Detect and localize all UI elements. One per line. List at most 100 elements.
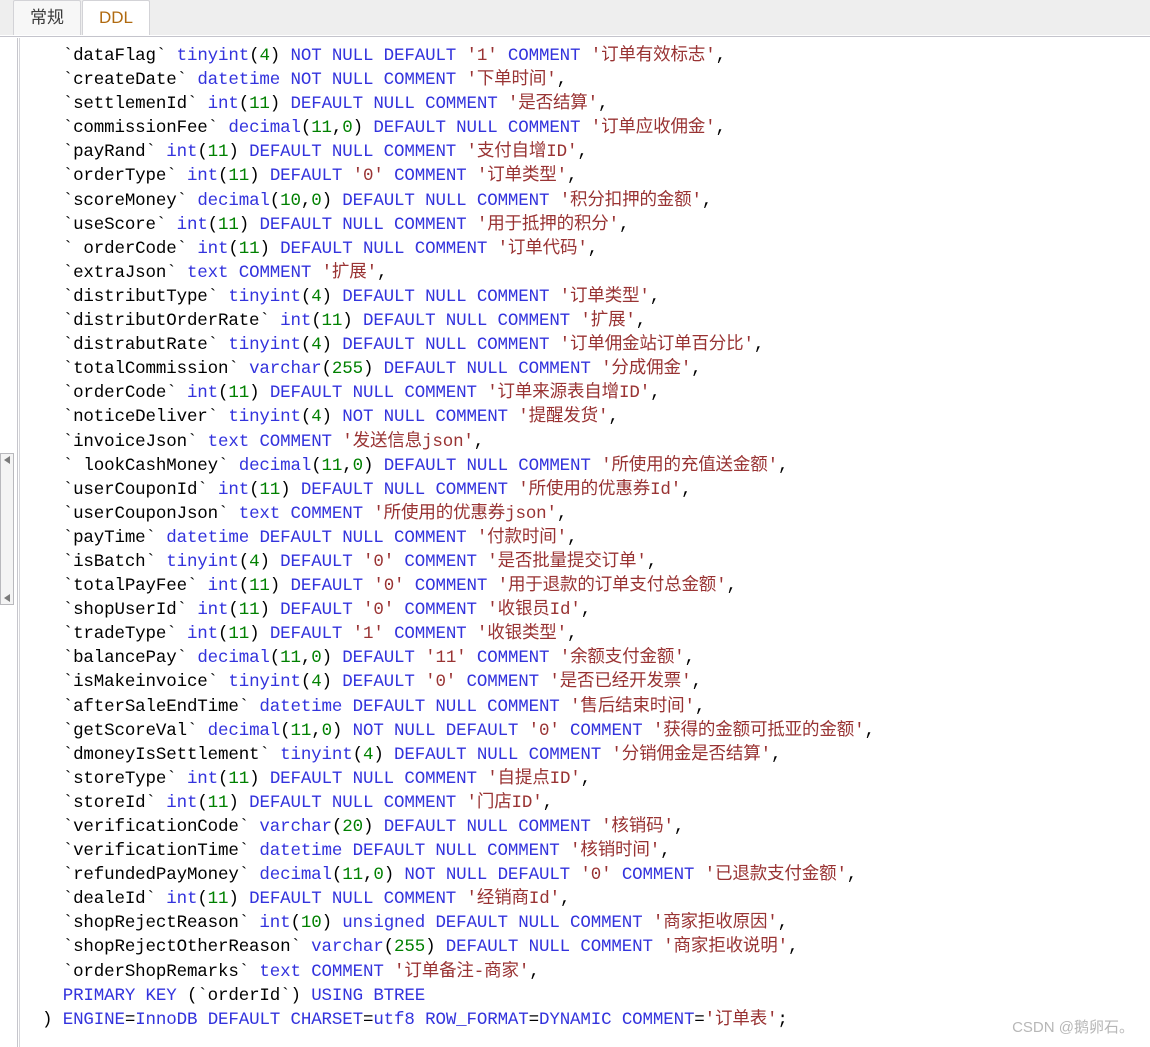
code-token-punc: ) [373, 744, 395, 765]
code-token-punc: ) [362, 817, 384, 837]
code-token-punc [394, 600, 404, 620]
code-token-kw: DEFAULT NULL COMMENT [259, 214, 477, 235]
code-token-typ: decimal [259, 865, 332, 886]
code-token-punc: ) [321, 190, 343, 211]
code-token-num: 11 [321, 311, 343, 332]
code-token-kw: DEFAULT CHARSET [207, 1009, 363, 1030]
code-token-id: `settlemenId` [62, 94, 198, 115]
code-token-str: '已退款支付金额' [704, 865, 847, 886]
code-token-punc: ) [331, 720, 353, 741]
code-token-id: `getScoreVal` [62, 720, 198, 741]
code-token-id: `distrabutRate` [62, 335, 218, 356]
code-token-punc: = [528, 1009, 540, 1030]
code-token-punc [249, 432, 259, 452]
code-token-punc: ) [269, 46, 291, 66]
code-line: `verificationTime` datetime DEFAULT NULL… [42, 839, 1150, 863]
code-token-id: `orderType` [62, 166, 177, 187]
code-token-punc [249, 817, 259, 837]
code-token-str: '是否已经开发票' [549, 672, 692, 693]
code-token-kw: ROW_FORMAT [425, 1009, 529, 1030]
code-token-punc: ; [777, 1009, 788, 1030]
code-token-kw: COMMENT [394, 624, 477, 645]
code-token-punc: , [567, 166, 578, 187]
code-token-punc: ) [259, 238, 281, 259]
code-token-punc: , [701, 190, 713, 211]
code-token-kw: DEFAULT [280, 600, 363, 621]
code-token-str: '0' [425, 672, 457, 693]
panel-collapse-splitter[interactable] [0, 453, 14, 605]
code-token-str: '订单表' [704, 1009, 778, 1030]
code-token-id: `afterSaleEndTime` [62, 696, 250, 717]
code-token-punc [197, 432, 207, 452]
code-line: `payTime` datetime DEFAULT NULL COMMENT … [42, 526, 1150, 550]
code-token-str: '商家拒收说明' [663, 937, 788, 958]
code-line: `shopUserId` int(11) DEFAULT '0' COMMENT… [42, 598, 1150, 622]
code-token-punc [187, 70, 197, 90]
code-line: ) ENGINE=InnoDB DEFAULT CHARSET=utf8 ROW… [42, 1008, 1150, 1032]
code-token-kw: unsigned DEFAULT NULL COMMENT [342, 913, 653, 934]
code-token-punc: ) [238, 214, 260, 235]
code-token-punc: ( [228, 238, 239, 259]
code-token-punc: ) [249, 383, 270, 404]
code-token-num: 4 [311, 672, 322, 693]
code-token-num: 11 [342, 865, 363, 886]
code-token-punc: , [660, 841, 671, 862]
code-token-id: `tradeType` [62, 624, 177, 645]
code-token-str: '支付自增ID' [466, 142, 578, 163]
code-token-typ: decimal [197, 190, 270, 211]
code-token-typ: int [218, 479, 250, 500]
code-token-str: '0' [352, 166, 384, 187]
code-token-punc [218, 407, 228, 427]
code-token-id: `noticeDeliver` [62, 407, 218, 428]
code-token-punc [394, 552, 404, 572]
code-token-id: `balancePay` [62, 648, 187, 669]
code-token-punc: ) [259, 600, 281, 621]
code-token-punc [301, 937, 311, 957]
code-token-num: 11 [249, 94, 270, 115]
ddl-viewer-window: 常规 DDL `dataFlag` tinyint(4) NOT NULL DE… [0, 0, 1150, 1047]
code-token-kw: DEFAULT NULL COMMENT [249, 142, 467, 163]
code-token-num: 11 [249, 576, 270, 597]
code-token-punc: , [598, 94, 609, 115]
code-token-id: `dmoneyIsSettlement` [62, 744, 270, 765]
code-line: `balancePay` decimal(11,0) DEFAULT '11' … [42, 646, 1150, 670]
code-line: `orderType` int(11) DEFAULT '0' COMMENT … [42, 164, 1150, 188]
code-token-punc: ) [259, 551, 281, 572]
code-token-num: 11 [321, 455, 343, 476]
code-token-id: `verificationTime` [62, 841, 250, 862]
code-token-punc: , [566, 527, 578, 548]
code-token-punc [218, 118, 228, 138]
code-token-str: '获得的金额可抵亚的金额' [652, 720, 865, 741]
code-token-punc: ) [362, 359, 384, 380]
code-token-typ: text [238, 503, 281, 524]
code-token-punc: ( [249, 479, 260, 500]
code-token-punc [239, 359, 249, 379]
code-token-kw: DEFAULT NULL COMMENT [269, 383, 488, 404]
code-line: `commissionFee` decimal(11,0) DEFAULT NU… [42, 116, 1150, 140]
code-token-id: `dealeId` [62, 889, 156, 910]
code-token-punc: ( [290, 913, 301, 934]
tab-general[interactable]: 常规 [13, 0, 81, 35]
code-token-punc [187, 191, 197, 211]
code-token-kw: USING BTREE [311, 985, 426, 1006]
code-token-num: 0 [352, 455, 364, 476]
code-token-punc: ( [331, 865, 343, 886]
code-line: `storeType` int(11) DEFAULT NULL COMMENT… [42, 767, 1150, 791]
code-token-str: '订单有效标志' [590, 46, 716, 66]
code-token-typ: int [207, 94, 239, 115]
code-token-typ: datetime [166, 527, 250, 548]
code-token-punc [156, 528, 166, 548]
sql-code-block[interactable]: `dataFlag` tinyint(4) NOT NULL DEFAULT '… [20, 38, 1150, 1032]
code-token-punc: ( [300, 286, 312, 307]
code-token-kw: NOT NULL DEFAULT [404, 865, 581, 886]
code-line: `invoiceJson` text COMMENT '发送信息json', [42, 430, 1150, 454]
code-line: `noticeDeliver` tinyint(4) NOT NULL COMM… [42, 405, 1150, 429]
code-token-punc [166, 46, 176, 66]
tab-ddl[interactable]: DDL [82, 0, 151, 35]
code-token-punc: , [556, 503, 568, 524]
code-token-str: '订单佣金站订单百分比' [559, 335, 754, 356]
code-scroll-container[interactable]: `dataFlag` tinyint(4) NOT NULL DEFAULT '… [19, 38, 1150, 1047]
code-token-id: ` orderCode` [62, 238, 187, 259]
code-token-punc: , [331, 118, 343, 139]
code-token-punc: , [580, 768, 592, 789]
